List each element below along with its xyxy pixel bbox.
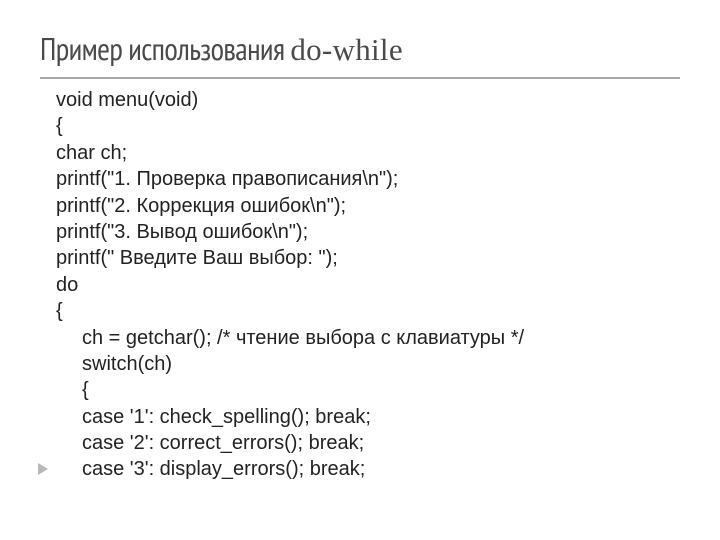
code-line: printf("3. Вывод ошибок\n"); [56,219,680,245]
code-line: printf("1. Проверка правописания\n"); [56,166,680,192]
title-text-1: Пример использования [40,28,290,69]
bullet-icon [38,463,48,475]
slide-title: Пример использования do-while [40,28,680,79]
code-line: printf("2. Коррекция ошибок\n"); [56,193,680,219]
code-block: void menu(void) { char ch; printf("1. Пр… [40,87,680,483]
code-line: char ch; [56,140,680,166]
code-line: case '1': check_spelling(); break; [56,404,680,430]
code-line: switch(ch) [56,351,680,377]
code-line: printf(" Введите Ваш выбор: "); [56,245,680,271]
code-line: { [56,298,680,324]
code-line: do [56,272,680,298]
code-line: ch = getchar(); /* чтение выбора с клави… [56,325,680,351]
code-line: { [56,377,680,403]
code-line: case '3': display_errors(); break; [56,456,680,482]
code-line: case '2': correct_errors(); break; [56,430,680,456]
code-line: void menu(void) [56,87,680,113]
title-text-2: do-while [290,32,403,67]
code-line: { [56,113,680,139]
slide-container: Пример использования do-while void menu(… [0,0,720,503]
